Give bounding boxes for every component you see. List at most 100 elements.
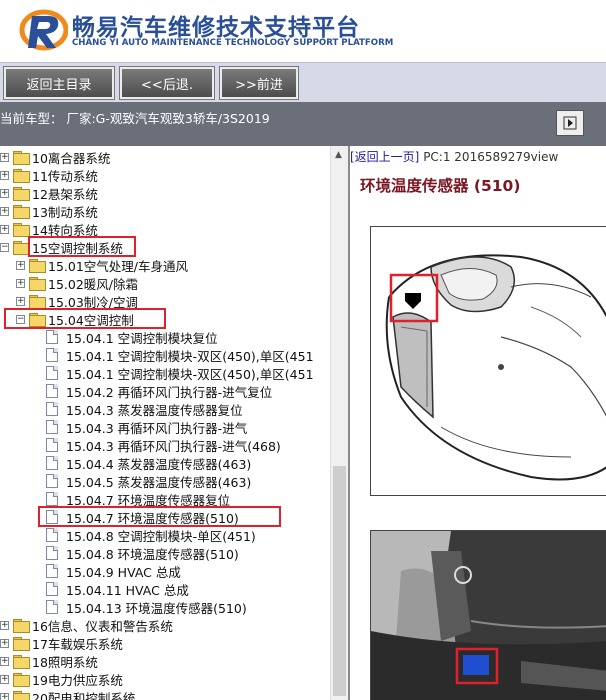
expand-icon[interactable]: +	[0, 188, 9, 198]
tree-folder-15-01[interactable]: + 15.01空气处理/车身通风	[16, 256, 188, 274]
tree-label: 15.04.3 蒸发器温度传感器复位	[66, 402, 243, 418]
tree-folder-20[interactable]: + 20配电和控制系统	[0, 688, 135, 700]
folder-icon	[13, 655, 30, 669]
expand-icon[interactable]: +	[0, 674, 9, 684]
document-icon	[46, 348, 58, 362]
tree-doc-item[interactable]: 15.04.9 HVAC 总成	[46, 562, 181, 580]
folder-icon	[29, 295, 46, 309]
expand-icon[interactable]: +	[0, 206, 9, 216]
folder-icon	[13, 223, 30, 237]
back-button[interactable]: <<后退.	[119, 66, 215, 100]
tree-folder-10[interactable]: + 10离合器系统	[0, 148, 110, 166]
folder-open-icon	[13, 241, 30, 255]
navigation-tree: + 10离合器系统 + 11传动系统 + 12悬架系统 + 13制动系统 + 1…	[0, 146, 330, 700]
tree-doc-item[interactable]: 15.04.8 空调控制模块-单区(451)	[46, 526, 256, 544]
home-button[interactable]: 返回主目录	[3, 66, 115, 100]
forward-button[interactable]: >>前进	[219, 66, 299, 100]
document-icon	[46, 402, 58, 416]
tree-label: 15.04.5 蒸发器温度传感器(463)	[66, 474, 252, 490]
tree-doc-item[interactable]: 15.04.13 环境温度传感器(510)	[46, 598, 247, 616]
expand-icon[interactable]: +	[16, 278, 25, 288]
expand-icon[interactable]: +	[0, 656, 9, 666]
scroll-up-icon[interactable]: ▲	[335, 150, 342, 160]
tree-scrollbar[interactable]: ▲	[330, 146, 348, 700]
tree-label: 18照明系统	[32, 654, 98, 670]
highlight-box	[28, 236, 136, 257]
document-icon	[46, 474, 58, 488]
tree-label: 15.04.11 HVAC 总成	[66, 582, 189, 598]
document-icon	[46, 546, 58, 560]
tree-label: 16信息、仪表和警告系统	[32, 618, 173, 634]
collapse-icon[interactable]: −	[0, 242, 9, 252]
tree-folder-18[interactable]: + 18照明系统	[0, 652, 98, 670]
expand-icon[interactable]: +	[0, 638, 9, 648]
tree-doc-item[interactable]: 15.04.1 空调控制模块-双区(450),单区(451	[46, 346, 314, 364]
vehicle-diagram	[370, 226, 606, 496]
tree-doc-item[interactable]: 15.04.3 蒸发器温度传感器复位	[46, 400, 243, 418]
folder-icon	[13, 151, 30, 165]
tree-label: 15.04.1 空调控制模块-双区(450),单区(451	[66, 366, 314, 382]
folder-icon	[13, 187, 30, 201]
tree-doc-item[interactable]: 15.04.3 再循环风门执行器-进气	[46, 418, 247, 436]
expand-icon[interactable]: +	[0, 224, 9, 234]
tree-doc-item[interactable]: 15.04.4 蒸发器温度传感器(463)	[46, 454, 251, 472]
tree-doc-item[interactable]: 15.04.2 再循环风门执行器-进气复位	[46, 382, 272, 400]
content-info-bar: [返回上一页] PC:1 2016589279view	[350, 148, 558, 165]
document-icon	[46, 384, 58, 398]
expand-icon[interactable]: +	[0, 692, 9, 700]
sensor-installation-illustration	[371, 531, 606, 700]
expand-icon[interactable]: +	[0, 170, 9, 180]
tree-label: 17车载娱乐系统	[32, 636, 123, 652]
tree-folder-11[interactable]: + 11传动系统	[0, 166, 98, 184]
tree-doc-item[interactable]: 15.04.1 空调控制模块-双区(450),单区(451	[46, 364, 314, 382]
vehicle-front-illustration	[385, 254, 606, 481]
tree-folder-16[interactable]: + 16信息、仪表和警告系统	[0, 616, 173, 634]
highlight-box	[38, 506, 281, 527]
tree-label: 15.04.1 空调控制模块-双区(450),单区(451	[66, 348, 314, 364]
tree-doc-item[interactable]: 15.04.5 蒸发器温度传感器(463)	[46, 472, 251, 490]
sensor-photo	[370, 530, 606, 700]
scroll-thumb[interactable]	[333, 466, 346, 696]
toolbar: 返回主目录 <<后退. >>前进	[0, 62, 606, 102]
tree-doc-item[interactable]: 15.04.3 再循环风门执行器-进气(468)	[46, 436, 281, 454]
tree-folder-19[interactable]: + 19电力供应系统	[0, 670, 123, 688]
tree-doc-item[interactable]: 15.04.11 HVAC 总成	[46, 580, 189, 598]
toggle-pane-button[interactable]	[556, 110, 584, 136]
content-pane: [返回上一页] PC:1 2016589279view 环境温度传感器 (510…	[350, 146, 606, 700]
tree-label: 19电力供应系统	[32, 672, 123, 688]
document-icon	[46, 456, 58, 470]
tree-label: 15.04.8 空调控制模块-单区(451)	[66, 528, 256, 544]
expand-icon[interactable]: +	[0, 152, 9, 162]
tree-folder-15-02[interactable]: + 15.02暖风/除霜	[16, 274, 138, 292]
highlight-box	[4, 308, 166, 329]
app-title: 畅易汽车维修技术支持平台	[72, 15, 360, 41]
page-info: PC:1 2016589279view	[419, 150, 559, 164]
folder-icon	[13, 205, 30, 219]
expand-icon[interactable]: +	[16, 260, 25, 270]
document-icon	[46, 420, 58, 434]
tree-doc-item[interactable]: 15.04.8 环境温度传感器(510)	[46, 544, 239, 562]
tree-folder-12[interactable]: + 12悬架系统	[0, 184, 98, 202]
tree-label: 15.02暖风/除霜	[48, 276, 138, 292]
folder-icon	[29, 277, 46, 291]
tree-label: 20配电和控制系统	[32, 690, 136, 700]
tree-label: 15.04.2 再循环风门执行器-进气复位	[66, 384, 273, 400]
app-header: 畅易汽车维修技术支持平台 CHANG YI AUTO MAINTENANCE T…	[0, 0, 606, 62]
document-icon	[46, 582, 58, 596]
document-icon	[46, 528, 58, 542]
tree-label: 15.04.8 环境温度传感器(510)	[66, 546, 239, 562]
tree-label: 15.04.3 再循环风门执行器-进气	[66, 420, 248, 436]
tree-label: 15.04.3 再循环风门执行器-进气(468)	[66, 438, 281, 454]
tree-label: 13制动系统	[32, 204, 98, 220]
expand-icon[interactable]: +	[0, 620, 9, 630]
folder-icon	[13, 619, 30, 633]
document-icon	[46, 438, 58, 452]
expand-icon[interactable]: +	[16, 296, 25, 306]
folder-icon	[13, 691, 30, 700]
tree-folder-13[interactable]: + 13制动系统	[0, 202, 98, 220]
tree-folder-17[interactable]: + 17车载娱乐系统	[0, 634, 123, 652]
return-link[interactable]: [返回上一页]	[350, 150, 419, 164]
tree-doc-item[interactable]: 15.04.1 空调控制模块复位	[46, 328, 218, 346]
document-icon	[46, 600, 58, 614]
tree-label: 15.04.9 HVAC 总成	[66, 564, 181, 580]
